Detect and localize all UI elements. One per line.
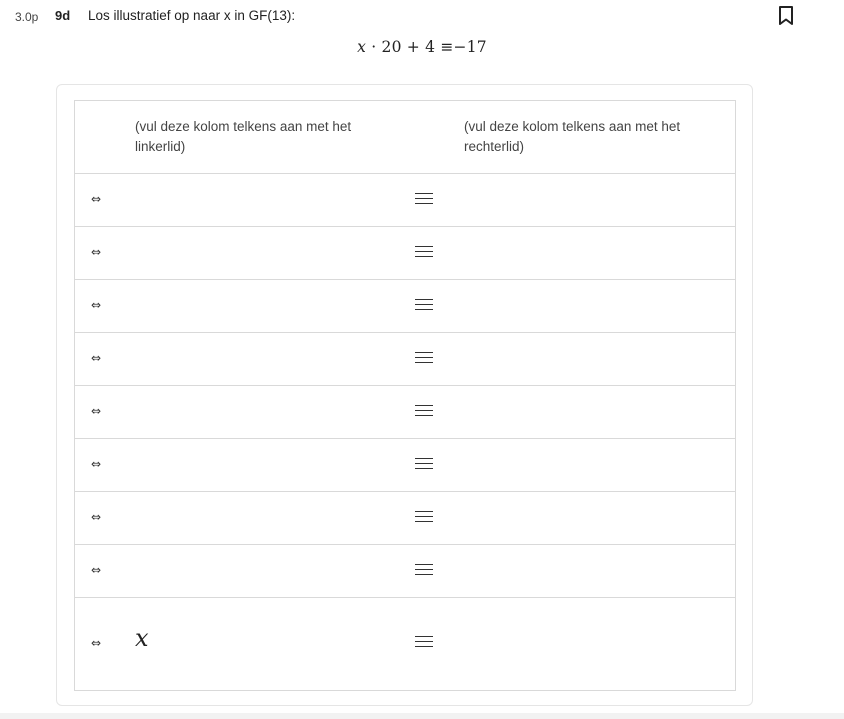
solution-table: (vul deze kolom telkens aan met het link… [74,100,736,691]
equivalence-symbol: ⇔ [91,298,102,312]
question-text: Los illustratief op naar x in GF(13): [88,8,296,23]
equation-coefficient: 20 [381,38,402,56]
exercise-page: 3.0p 9d Los illustratief op naar x in GF… [0,0,844,719]
equation-plus: + [406,38,420,56]
bookmark-icon[interactable] [777,5,795,27]
rhs-input[interactable] [460,551,725,591]
equation-relation: ≡ [440,38,454,56]
lhs-input[interactable] [130,392,400,432]
equivalence-symbol: ⇔ [91,404,102,418]
equivalence-symbol: ⇔ [91,245,102,259]
lhs-input[interactable] [130,498,400,538]
lhs-input[interactable] [130,445,400,485]
lhs-input[interactable] [130,180,400,220]
congruence-icon [415,458,433,470]
equivalence-symbol: ⇔ [91,192,102,206]
rhs-input[interactable] [460,180,725,220]
equivalence-symbol: ⇔ [91,636,102,650]
lhs-input[interactable] [130,551,400,591]
equation-rhs: −17 [453,38,487,56]
final-rhs-input[interactable] [460,618,725,668]
table-row: ⇔ [75,386,735,439]
final-lhs-variable: x [135,624,149,652]
equivalence-symbol: ⇔ [91,563,102,577]
question-number: 9d [55,8,71,23]
equation-variable: x [357,38,367,56]
table-row-final: ⇔ x [75,598,735,690]
equivalence-symbol: ⇔ [91,351,102,365]
rhs-input[interactable] [460,498,725,538]
rhs-input[interactable] [460,339,725,379]
equation: x · 20 + 4 ≡−17 [0,38,844,56]
congruence-icon [415,352,433,364]
congruence-icon [415,636,433,648]
question-points: 3.0p [15,10,39,24]
table-header: (vul deze kolom telkens aan met het link… [75,101,735,174]
header-right-column: (vul deze kolom telkens aan met het rech… [464,119,681,154]
rhs-input[interactable] [460,392,725,432]
congruence-icon [415,405,433,417]
congruence-icon [415,193,433,205]
rhs-input[interactable] [460,233,725,273]
equivalence-symbol: ⇔ [91,510,102,524]
lhs-input[interactable] [130,286,400,326]
congruence-icon [415,511,433,523]
table-row: ⇔ [75,174,735,227]
equivalence-symbol: ⇔ [91,457,102,471]
lhs-input[interactable] [130,233,400,273]
table-row: ⇔ [75,227,735,280]
equation-constant: 4 [425,38,436,56]
rhs-input[interactable] [460,445,725,485]
congruence-icon [415,246,433,258]
header-left-column: (vul deze kolom telkens aan met het link… [135,119,352,154]
table-row: ⇔ [75,439,735,492]
table-row: ⇔ [75,492,735,545]
page-bottom-edge [0,713,844,719]
congruence-icon [415,299,433,311]
table-row: ⇔ [75,280,735,333]
table-row: ⇔ [75,545,735,598]
table-row: ⇔ [75,333,735,386]
equation-dot: · [371,38,377,56]
rhs-input[interactable] [460,286,725,326]
lhs-input[interactable] [130,339,400,379]
question-header: 3.0p 9d Los illustratief op naar x in GF… [0,0,844,32]
congruence-icon [415,564,433,576]
